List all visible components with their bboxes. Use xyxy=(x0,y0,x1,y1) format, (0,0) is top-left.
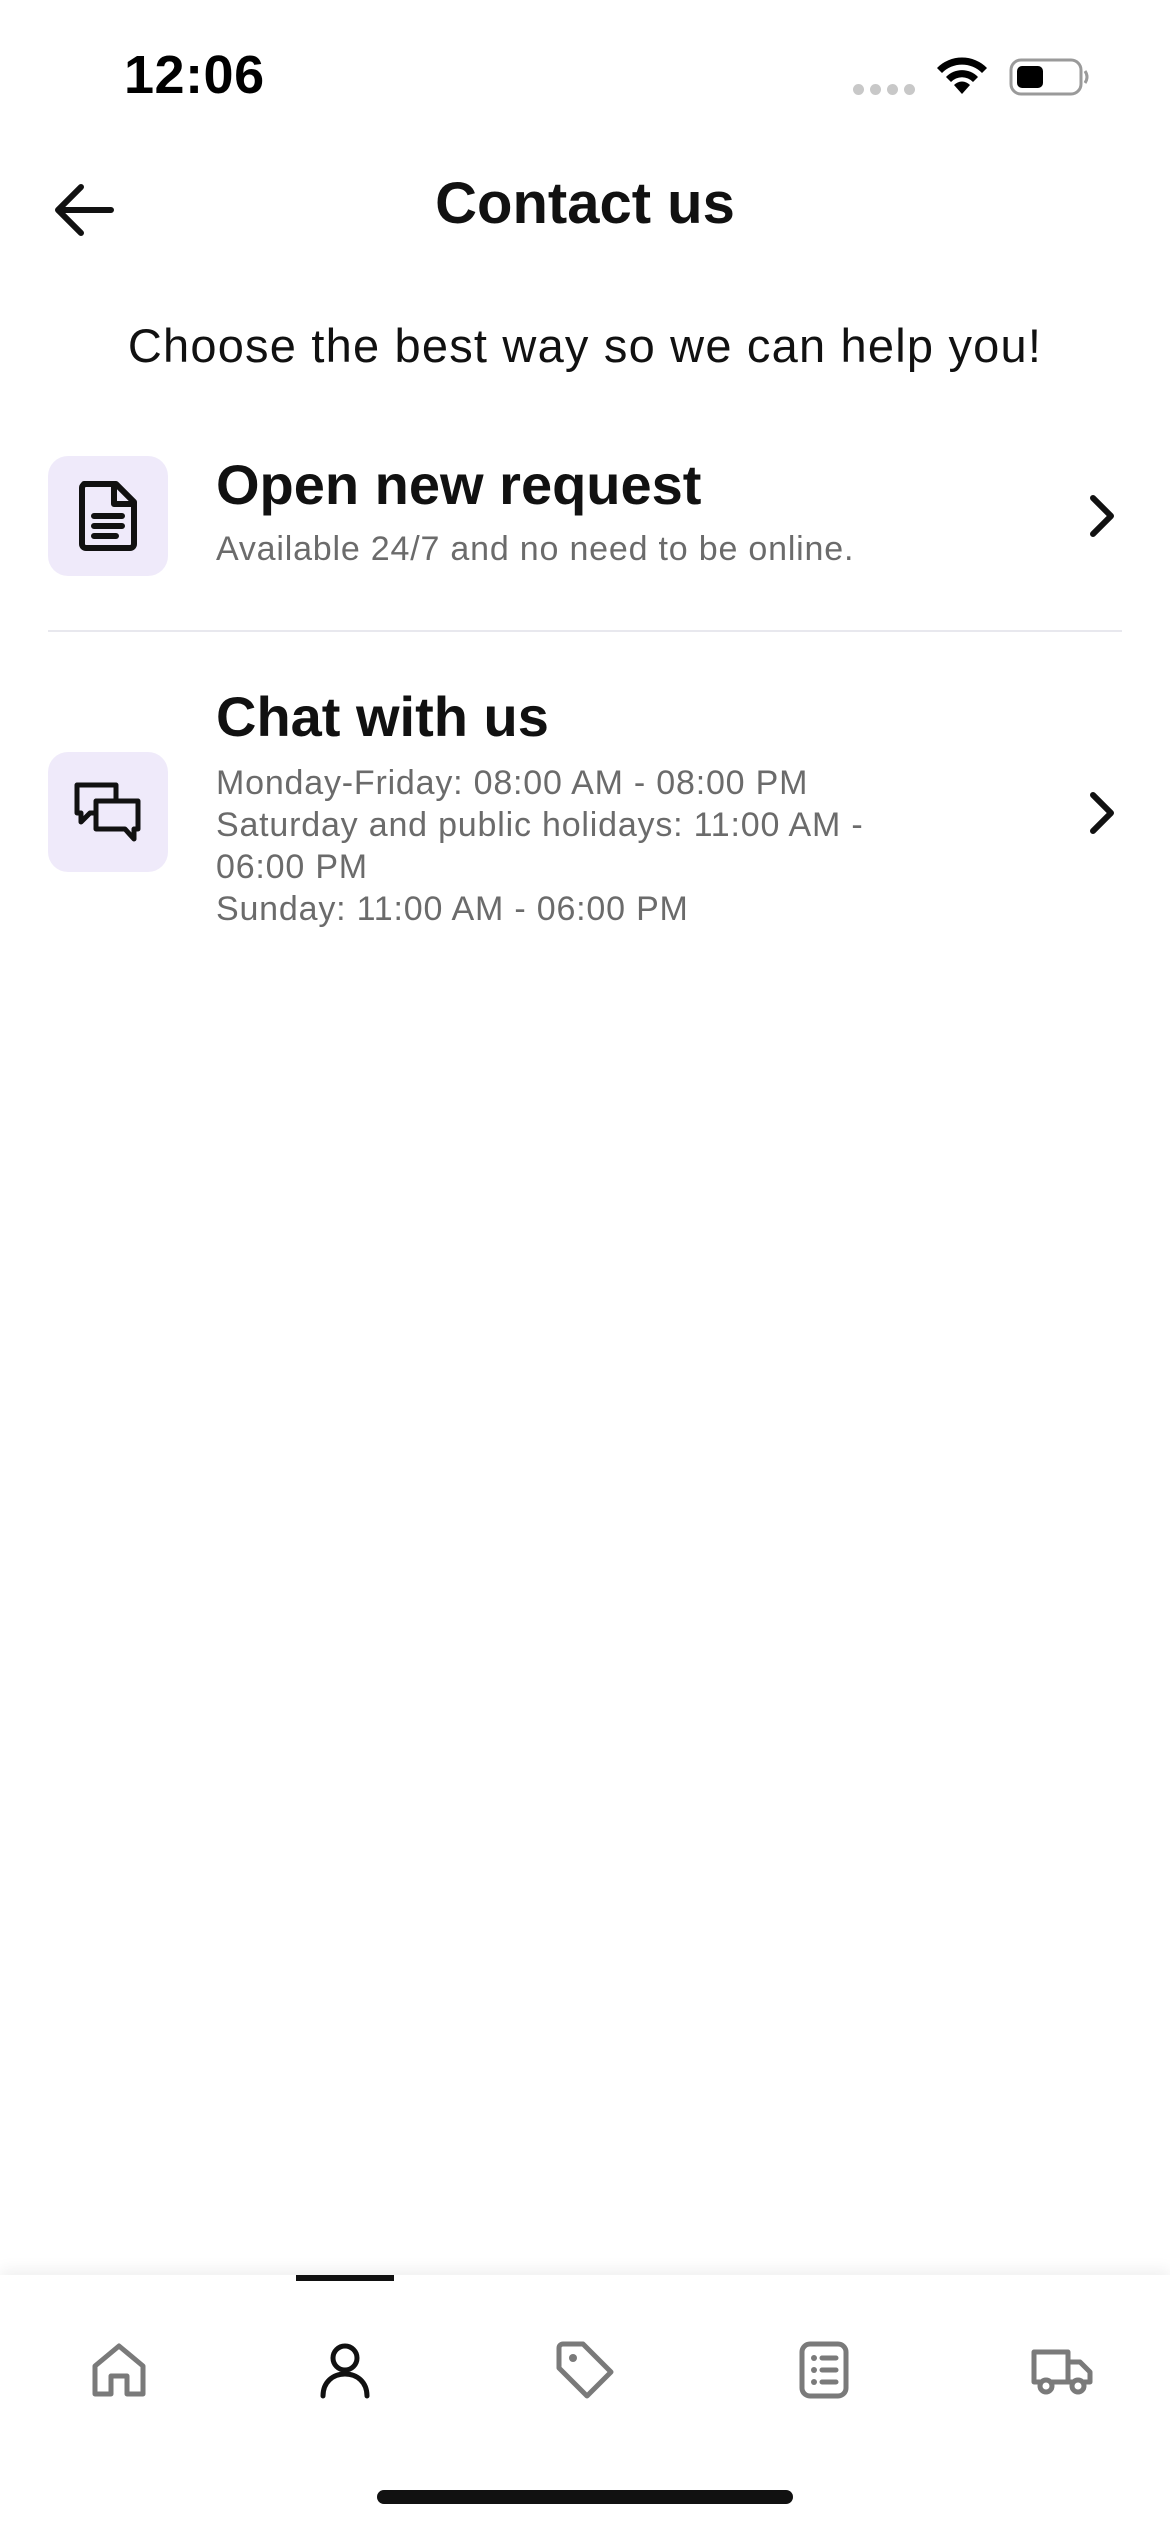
active-tab-indicator xyxy=(296,2275,394,2281)
page-title: Contact us xyxy=(435,171,735,236)
list-icon xyxy=(799,2341,849,2399)
home-indicator xyxy=(377,2490,793,2504)
chat-with-us-option[interactable]: Chat with us Monday-Friday: 08:00 AM - 0… xyxy=(48,682,1122,962)
option-icon-box xyxy=(48,456,168,576)
tab-delivery[interactable] xyxy=(943,2275,1170,2425)
divider xyxy=(48,630,1122,632)
chevron-right-icon xyxy=(1082,491,1122,541)
tab-profile[interactable] xyxy=(226,2275,464,2425)
profile-icon xyxy=(320,2343,370,2399)
status-time: 12:06 xyxy=(124,45,265,105)
option-title: Chat with us xyxy=(216,685,549,748)
home-icon xyxy=(92,2343,146,2397)
contact-us-screen: 12:06 Contact us Choose the best way so … xyxy=(0,0,1170,2532)
option-title: Open new request xyxy=(216,453,702,516)
page-subtitle: Choose the best way so we can help you! xyxy=(127,319,1043,372)
tab-home[interactable] xyxy=(0,2275,238,2425)
option-description: Monday-Friday: 08:00 AM - 08:00 PM Satur… xyxy=(216,764,864,928)
battery-icon xyxy=(1009,58,1089,96)
truck-icon xyxy=(1031,2349,1093,2395)
wifi-icon xyxy=(937,57,987,94)
open-new-request-option[interactable]: Open new request Available 24/7 and no n… xyxy=(48,450,1122,620)
cellular-dots-icon xyxy=(853,84,915,95)
option-icon-box xyxy=(48,752,168,872)
option-content: Open new request Available 24/7 and no n… xyxy=(216,450,1016,570)
chevron-right-icon xyxy=(1082,788,1122,838)
tab-offers[interactable] xyxy=(466,2275,704,2425)
option-content: Chat with us Monday-Friday: 08:00 AM - 0… xyxy=(216,682,1016,930)
option-description: Available 24/7 and no need to be online. xyxy=(216,530,855,568)
chat-bubbles-icon xyxy=(74,782,141,842)
status-bar: 12:06 xyxy=(0,0,1170,150)
tab-orders[interactable] xyxy=(705,2275,943,2425)
tag-icon xyxy=(556,2341,614,2399)
header: Contact us xyxy=(0,150,1170,260)
document-icon xyxy=(79,481,137,551)
